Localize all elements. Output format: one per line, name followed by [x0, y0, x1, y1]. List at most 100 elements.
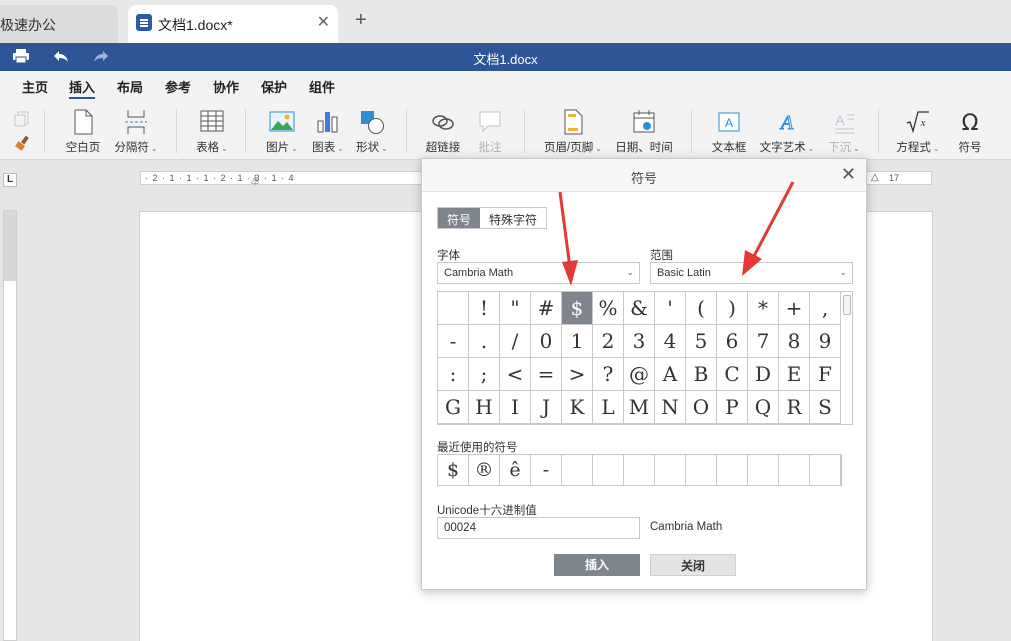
- menu-insert[interactable]: 插入: [69, 77, 96, 99]
- range-select[interactable]: Basic Latin ⌄: [650, 262, 853, 284]
- symbol-cell[interactable]: O: [686, 391, 717, 424]
- symbol-cell[interactable]: M: [624, 391, 655, 424]
- menu-references[interactable]: 参考: [165, 77, 191, 96]
- recent-symbol-cell[interactable]: -: [531, 455, 562, 485]
- recent-symbol-cell[interactable]: ®: [469, 455, 500, 485]
- symbol-cell[interactable]: #: [531, 292, 562, 325]
- symbol-cell[interactable]: ): [717, 292, 748, 325]
- ruler-indent-marker[interactable]: ⏃: [250, 172, 260, 187]
- symbol-cell[interactable]: ': [655, 292, 686, 325]
- insert-button[interactable]: 插入: [554, 554, 640, 576]
- symbol-cell[interactable]: R: [779, 391, 810, 424]
- unicode-input[interactable]: 00024: [437, 517, 640, 539]
- menu-plugins[interactable]: 组件: [309, 77, 335, 96]
- menu-home[interactable]: 主页: [22, 77, 48, 96]
- close-icon[interactable]: ✕: [841, 164, 856, 185]
- symbol-cell[interactable]: -: [438, 325, 469, 358]
- date-time-button[interactable]: 日期、时间: [614, 109, 674, 155]
- symbol-cell[interactable]: 0: [531, 325, 562, 358]
- menu-collaborate[interactable]: 协作: [213, 77, 239, 96]
- format-painter-icon[interactable]: [14, 135, 32, 154]
- header-footer-button[interactable]: 页眉/页脚 ⌄: [542, 109, 604, 155]
- symbol-cell[interactable]: [438, 292, 469, 325]
- symbol-cell[interactable]: 1: [562, 325, 593, 358]
- symbol-cell[interactable]: G: [438, 391, 469, 424]
- chart-button[interactable]: 图表 ⌄: [308, 109, 348, 155]
- menu-protect[interactable]: 保护: [261, 77, 287, 96]
- symbol-cell[interactable]: H: [469, 391, 500, 424]
- recent-symbol-cell[interactable]: [593, 455, 624, 485]
- recent-symbol-cell[interactable]: [748, 455, 779, 485]
- symbol-cell[interactable]: K: [562, 391, 593, 424]
- symbol-cell[interactable]: Q: [748, 391, 779, 424]
- recent-symbol-cell[interactable]: $: [438, 455, 469, 485]
- symbol-cell[interactable]: 2: [593, 325, 624, 358]
- symbol-cell[interactable]: 6: [717, 325, 748, 358]
- symbol-cell[interactable]: 5: [686, 325, 717, 358]
- symbol-cell[interactable]: P: [717, 391, 748, 424]
- symbol-cell[interactable]: %: [593, 292, 624, 325]
- symbol-cell[interactable]: I: [500, 391, 531, 424]
- symbol-cell[interactable]: S: [810, 391, 841, 424]
- dropcap-button[interactable]: A 下沉 ⌄: [826, 109, 862, 155]
- symbol-cell[interactable]: :: [438, 358, 469, 391]
- symbol-cell[interactable]: ,: [810, 292, 841, 325]
- symbol-cell[interactable]: E: [779, 358, 810, 391]
- symbol-cell[interactable]: N: [655, 391, 686, 424]
- symbol-cell[interactable]: <: [500, 358, 531, 391]
- wordart-button[interactable]: A 文字艺术 ⌄: [758, 109, 816, 155]
- symbol-cell[interactable]: +: [779, 292, 810, 325]
- recent-symbol-cell[interactable]: [686, 455, 717, 485]
- symbol-cell[interactable]: J: [531, 391, 562, 424]
- comment-button[interactable]: 批注: [472, 109, 508, 155]
- table-button[interactable]: 表格 ⌄: [192, 109, 232, 155]
- symbol-cell[interactable]: 9: [810, 325, 841, 358]
- symbol-cell[interactable]: ": [500, 292, 531, 325]
- symbol-cell[interactable]: /: [500, 325, 531, 358]
- symbol-button[interactable]: Ω 符号: [954, 109, 986, 155]
- ruler-right-indent-marker[interactable]: △: [871, 172, 879, 183]
- symbol-cell[interactable]: ?: [593, 358, 624, 391]
- close-tab-icon[interactable]: ✕: [317, 12, 330, 32]
- recent-symbol-cell[interactable]: [717, 455, 748, 485]
- symbol-cell[interactable]: B: [686, 358, 717, 391]
- symbol-cell[interactable]: 8: [779, 325, 810, 358]
- symbol-cell[interactable]: L: [593, 391, 624, 424]
- symbol-cell[interactable]: ;: [469, 358, 500, 391]
- symbol-cell[interactable]: 7: [748, 325, 779, 358]
- symbol-cell[interactable]: D: [748, 358, 779, 391]
- grid-scrollbar[interactable]: [843, 295, 851, 315]
- hyperlink-button[interactable]: 超链接: [422, 109, 464, 155]
- font-select[interactable]: Cambria Math ⌄: [437, 262, 640, 284]
- textbox-button[interactable]: A 文本框: [708, 109, 750, 155]
- symbol-cell[interactable]: 4: [655, 325, 686, 358]
- shape-button[interactable]: 形状 ⌄: [352, 109, 392, 155]
- symbol-cell[interactable]: =: [531, 358, 562, 391]
- picture-button[interactable]: 图片 ⌄: [262, 109, 302, 155]
- vertical-ruler[interactable]: [3, 210, 17, 641]
- recent-symbol-cell[interactable]: ê: [500, 455, 531, 485]
- tab-special-chars[interactable]: 特殊字符: [480, 208, 546, 228]
- copy-icon[interactable]: [14, 111, 32, 130]
- symbol-cell[interactable]: @: [624, 358, 655, 391]
- symbol-cell[interactable]: $: [562, 292, 593, 325]
- recent-symbol-cell[interactable]: [562, 455, 593, 485]
- symbol-cell[interactable]: >: [562, 358, 593, 391]
- symbol-cell[interactable]: !: [469, 292, 500, 325]
- equation-button[interactable]: x 方程式 ⌄: [893, 109, 943, 155]
- recent-symbol-cell[interactable]: [655, 455, 686, 485]
- symbol-cell[interactable]: C: [717, 358, 748, 391]
- dialog-header[interactable]: 符号 ✕: [422, 159, 866, 192]
- recent-symbol-cell[interactable]: [624, 455, 655, 485]
- symbol-cell[interactable]: A: [655, 358, 686, 391]
- symbol-cell[interactable]: *: [748, 292, 779, 325]
- tab-stop-selector[interactable]: L: [3, 173, 17, 187]
- separator-button[interactable]: 分隔符 ⌄: [110, 109, 162, 155]
- close-button[interactable]: 关闭: [650, 554, 736, 576]
- blank-page-button[interactable]: 空白页: [60, 109, 106, 155]
- menu-layout[interactable]: 布局: [117, 77, 143, 96]
- new-tab-icon[interactable]: +: [355, 10, 367, 30]
- symbol-cell[interactable]: F: [810, 358, 841, 391]
- symbol-cell[interactable]: (: [686, 292, 717, 325]
- tab-home[interactable]: 极速办公: [0, 5, 118, 43]
